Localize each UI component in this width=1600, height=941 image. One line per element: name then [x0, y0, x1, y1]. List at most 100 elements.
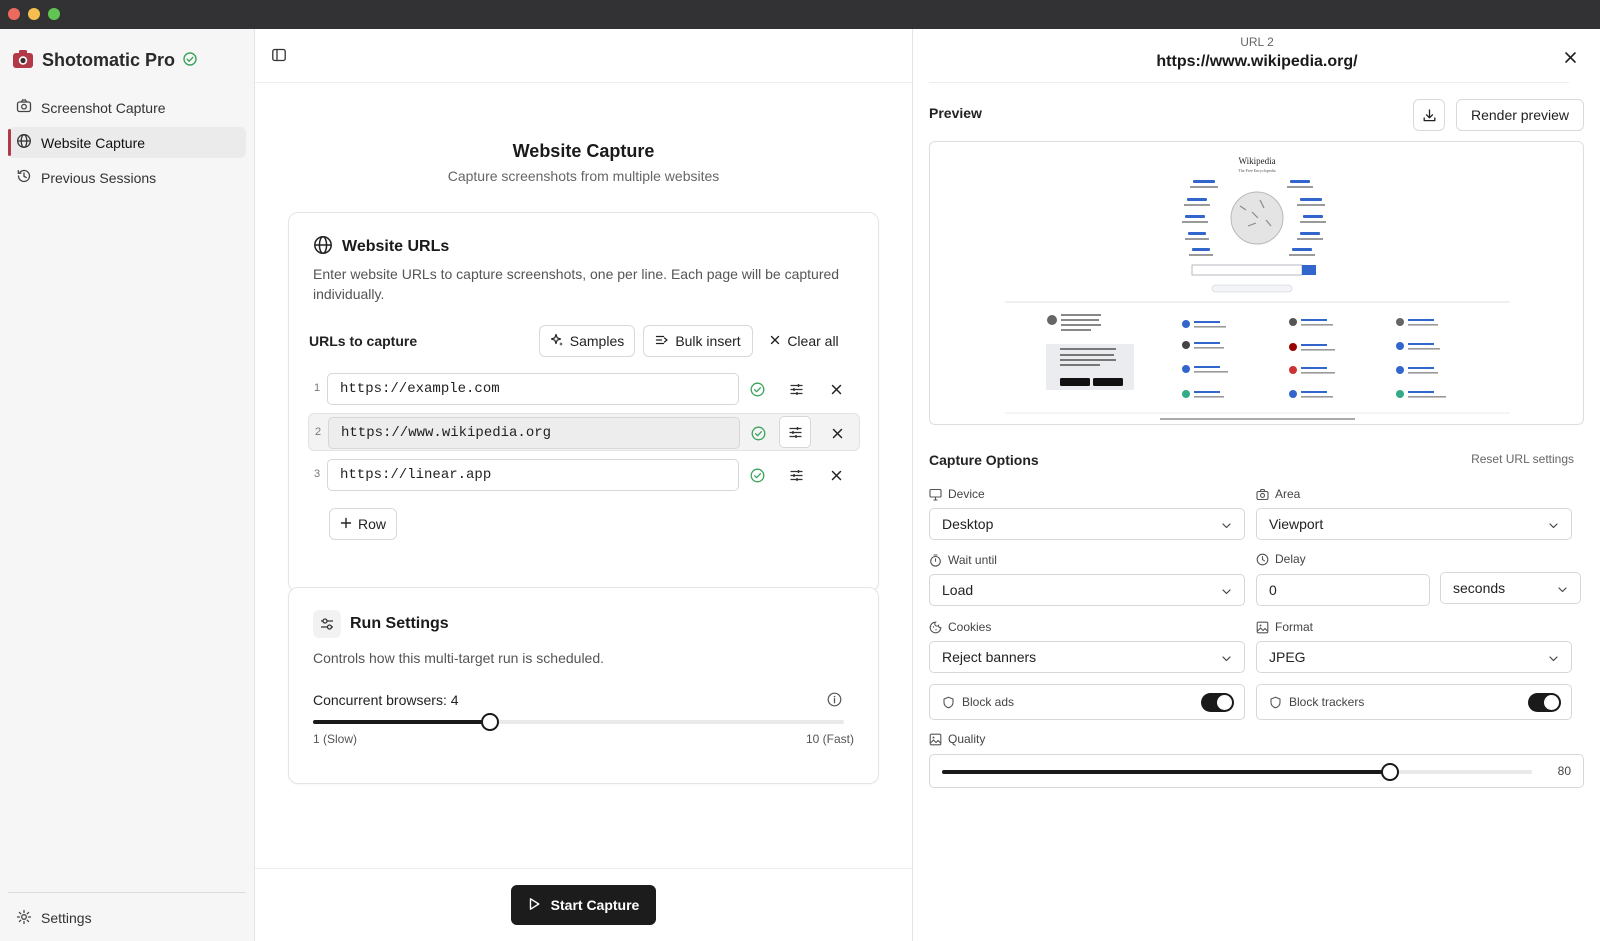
valid-check-icon — [744, 376, 770, 402]
area-label: Area — [1275, 487, 1301, 501]
panel-divider — [929, 82, 1569, 83]
start-capture-label: Start Capture — [550, 897, 640, 913]
url-input[interactable]: https://example.com — [327, 373, 739, 405]
chevron-down-icon — [1549, 656, 1558, 662]
info-icon[interactable] — [827, 692, 842, 710]
wait-until-select[interactable]: Load — [929, 574, 1245, 606]
verified-check-icon — [183, 51, 197, 69]
clear-all-button[interactable]: Clear all — [761, 325, 847, 357]
delay-unit-value: seconds — [1453, 580, 1506, 596]
delay-unit-select[interactable]: seconds — [1440, 572, 1581, 604]
url-input[interactable]: https://linear.app — [327, 459, 739, 491]
concurrency-label: Concurrent browsers: 4 — [313, 692, 459, 708]
remove-row-button[interactable] — [823, 462, 849, 488]
bulk-insert-button[interactable]: Bulk insert — [643, 325, 753, 357]
start-capture-button[interactable]: Start Capture — [511, 885, 656, 925]
slider-fill — [313, 720, 490, 724]
minimize-window-button[interactable] — [28, 8, 40, 20]
render-preview-button[interactable]: Render preview — [1456, 99, 1584, 131]
close-window-button[interactable] — [8, 8, 20, 20]
row-number: 1 — [314, 382, 321, 394]
row-options-button[interactable] — [783, 376, 809, 402]
wikipedia-preview: Wikipedia The Free Encyclopedia — [1005, 156, 1510, 420]
device-select[interactable]: Desktop — [929, 508, 1245, 540]
url-input[interactable]: https://www.wikipedia.org — [328, 417, 740, 449]
samples-button[interactable]: Samples — [539, 325, 635, 357]
delay-value: 0 — [1269, 582, 1277, 598]
device-field-label: Device — [929, 487, 985, 501]
zoom-window-button[interactable] — [48, 8, 60, 20]
globe-icon — [313, 235, 333, 258]
reset-url-settings-link[interactable]: Reset URL settings — [1471, 452, 1574, 466]
card-description: Controls how this multi-target run is sc… — [313, 650, 605, 666]
add-row-label: Row — [357, 516, 386, 532]
format-select[interactable]: JPEG — [1256, 641, 1572, 673]
block-trackers-toggle[interactable] — [1528, 693, 1561, 712]
slider-thumb[interactable] — [481, 713, 499, 731]
sparkles-icon — [550, 333, 564, 350]
close-icon — [769, 333, 781, 349]
row-options-button[interactable] — [779, 416, 811, 448]
globe-icon — [16, 133, 32, 152]
url-row-selected[interactable]: 2 https://www.wikipedia.org — [308, 413, 860, 451]
close-icon — [832, 428, 842, 438]
close-panel-button[interactable] — [1558, 45, 1582, 69]
panel-title: https://www.wikipedia.org/ — [1156, 53, 1358, 70]
toggle-sidebar-button[interactable] — [267, 44, 291, 68]
card-header: Run Settings — [313, 610, 449, 638]
device-value: Desktop — [942, 516, 994, 532]
block-ads-label: Block ads — [962, 695, 1015, 709]
sidebar-item-label: Previous Sessions — [41, 169, 157, 186]
website-preview-image: Wikipedia The Free Encyclopedia — [929, 141, 1584, 425]
delay-field-label: Delay — [1256, 552, 1306, 566]
quality-slider[interactable] — [942, 763, 1532, 781]
area-field-label: Area — [1256, 487, 1300, 501]
sidebar-divider — [8, 892, 246, 893]
concurrency-slider[interactable] — [313, 713, 844, 731]
row-number: 3 — [314, 468, 321, 480]
sidebar-item-previous-sessions[interactable]: Previous Sessions — [8, 162, 246, 193]
area-select[interactable]: Viewport — [1256, 508, 1572, 540]
capture-options-label: Capture Options — [929, 452, 1039, 468]
cookies-label: Cookies — [948, 620, 992, 634]
slider-thumb[interactable] — [1381, 763, 1400, 781]
panel-subtitle: URL 2 — [1240, 35, 1274, 49]
page-title: Website Capture — [512, 141, 655, 161]
sliders-icon — [790, 383, 802, 395]
cookies-field-label: Cookies — [929, 620, 991, 634]
wiki-globe-icon — [1230, 191, 1284, 245]
card-description: Enter website URLs to capture screenshot… — [313, 266, 840, 302]
app-name: Shotomatic Pro — [42, 49, 176, 70]
chevron-down-icon — [1222, 589, 1231, 595]
sidebar-item-label: Website Capture — [41, 134, 146, 151]
sidebar-item-website-capture[interactable]: Website Capture — [8, 127, 246, 158]
close-icon — [1564, 51, 1576, 63]
quality-label: Quality — [948, 732, 986, 746]
remove-row-button[interactable] — [823, 376, 849, 402]
footer-divider — [255, 868, 912, 869]
wait-value: Load — [942, 582, 974, 598]
row-number: 2 — [315, 426, 322, 438]
preview-tagline: The Free Encyclopedia — [1238, 168, 1275, 173]
format-field-label: Format — [1256, 620, 1313, 634]
sidebar-item-screenshot-capture[interactable]: Screenshot Capture — [8, 92, 246, 123]
title-bar — [0, 0, 1600, 29]
delay-label: Delay — [1275, 552, 1306, 566]
valid-check-icon — [744, 462, 770, 488]
block-ads-toggle[interactable] — [1201, 693, 1234, 712]
block-ads-row: Block ads — [929, 684, 1245, 720]
block-trackers-row: Block trackers — [1256, 684, 1572, 720]
camera-icon — [16, 98, 32, 117]
delay-input[interactable]: 0 — [1256, 574, 1430, 606]
settings-sliders-icon — [313, 610, 341, 638]
remove-row-button[interactable] — [824, 420, 850, 446]
row-options-button[interactable] — [783, 462, 809, 488]
wait-field-label: Wait until — [929, 553, 997, 567]
download-button[interactable] — [1413, 99, 1445, 131]
cookies-select[interactable]: Reject banners — [929, 641, 1245, 673]
url-detail-panel: URL 2 https://www.wikipedia.org/ Preview… — [912, 29, 1600, 941]
run-settings-card: Run Settings Controls how this multi-tar… — [288, 587, 879, 784]
add-row-button[interactable]: Row — [329, 508, 397, 540]
settings-label: Settings — [41, 910, 92, 926]
sidebar-item-settings[interactable]: Settings — [8, 903, 92, 933]
